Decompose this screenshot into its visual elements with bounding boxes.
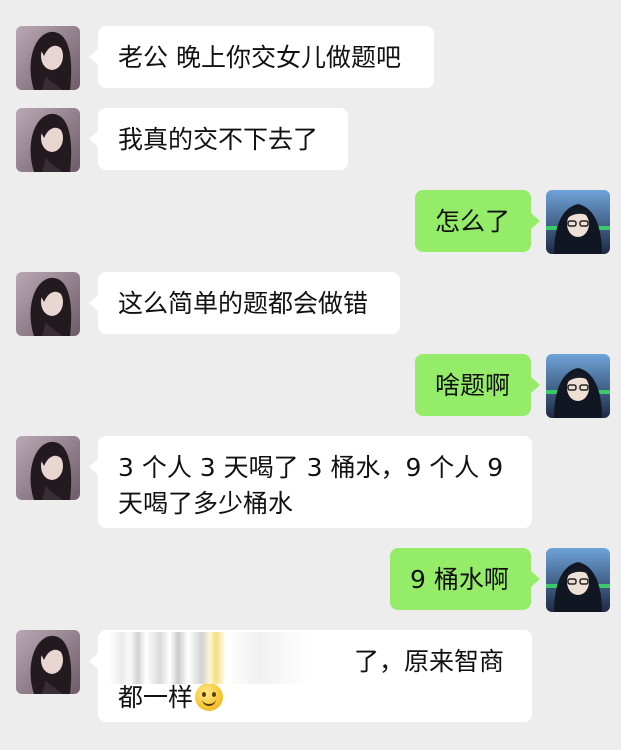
message-text: 我真的交不下去了 <box>118 125 319 154</box>
incoming-message-bubble[interactable]: 老公 晚上你交女儿做题吧 <box>89 26 434 88</box>
message-text-line: 3 个人 3 天喝了 3 桶水，9 个人 9 <box>118 453 504 482</box>
outgoing-message-bubble[interactable]: 怎么了 <box>415 190 540 252</box>
hooded-man-avatar-icon[interactable] <box>546 190 610 254</box>
incoming-message-bubble[interactable]: 这么简单的题都会做错 <box>89 272 400 334</box>
message-text: 9 桶水啊 <box>410 565 509 594</box>
woman-avatar-icon[interactable] <box>16 26 80 90</box>
hooded-man-avatar-icon[interactable] <box>546 354 610 418</box>
woman-avatar-icon[interactable] <box>16 108 80 172</box>
redacted-text-blur <box>110 632 350 684</box>
incoming-message-bubble[interactable]: 3 个人 3 天喝了 3 桶水，9 个人 9 天喝了多少桶水 <box>89 436 532 528</box>
message-text: 啥题啊 <box>435 371 511 400</box>
message-text-line: 天喝了多少桶水 <box>118 489 294 518</box>
incoming-message-bubble[interactable]: 我真的交不下去了 <box>89 108 348 170</box>
smiley-emoji-icon <box>195 683 224 711</box>
message-text-line: 都一样 <box>118 680 512 716</box>
outgoing-message-bubble[interactable]: 啥题啊 <box>415 354 540 416</box>
message-text: 这么简单的题都会做错 <box>118 289 369 318</box>
message-text: 老公 晚上你交女儿做题吧 <box>118 43 401 72</box>
outgoing-message-bubble[interactable]: 9 桶水啊 <box>390 548 540 610</box>
message-text: 都一样 <box>118 683 194 712</box>
message-text: 怎么了 <box>435 207 511 236</box>
hooded-man-avatar-icon[interactable] <box>546 548 610 612</box>
woman-avatar-icon[interactable] <box>16 630 80 694</box>
woman-avatar-icon[interactable] <box>16 272 80 336</box>
woman-avatar-icon[interactable] <box>16 436 80 500</box>
